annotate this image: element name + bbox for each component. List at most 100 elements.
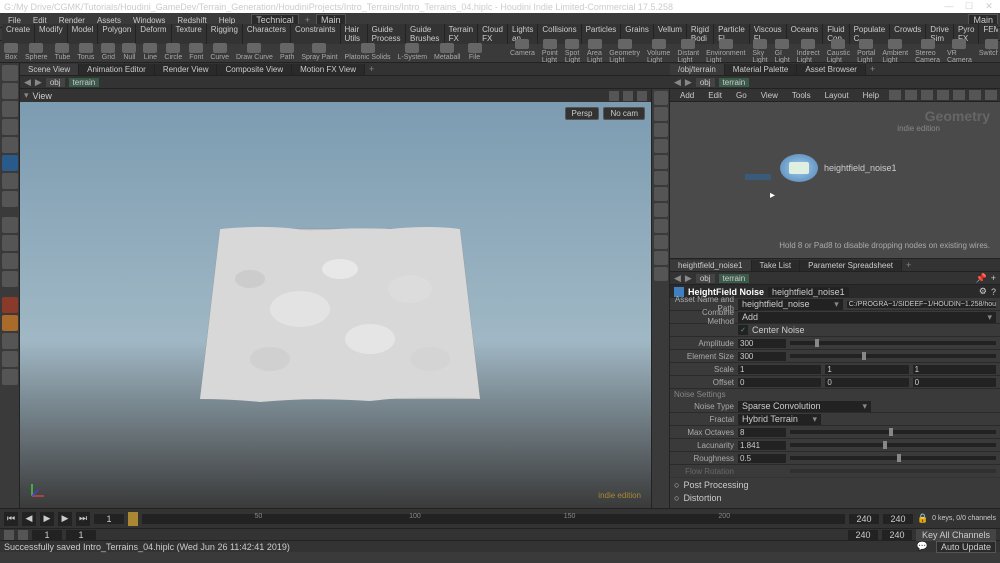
scale-y-field[interactable]: 1	[825, 365, 908, 374]
rotate-tool-icon[interactable]	[2, 101, 18, 117]
forward-icon[interactable]: ▶	[685, 77, 692, 88]
node-tool-icon[interactable]	[969, 90, 981, 100]
shelf-tool[interactable]: Grid	[99, 43, 117, 61]
shelf-tool[interactable]: Tube	[53, 43, 73, 61]
asset-path-field[interactable]: C:/PROGRA~1/SIDEEF~1/HOUDIN~1.258/houdin…	[847, 301, 996, 308]
shelf-tool[interactable]: Metaball	[432, 43, 462, 61]
prev-frame-button[interactable]: ◀	[22, 512, 36, 526]
render-region-icon[interactable]	[2, 315, 18, 331]
display-icon[interactable]	[654, 171, 668, 185]
screenshot-tool-icon[interactable]	[2, 369, 18, 385]
display-icon[interactable]	[654, 123, 668, 137]
param-value-field[interactable]: 8	[738, 428, 786, 437]
scene-viewport[interactable]: ▾ View Persp No cam	[20, 89, 652, 508]
display-icon[interactable]	[654, 251, 668, 265]
shelf-tool[interactable]: Null	[120, 43, 138, 61]
shelf-tool[interactable]: VR Camera	[945, 39, 974, 64]
range-end-field-1[interactable]: 240	[848, 530, 878, 540]
plus-icon[interactable]: +	[906, 260, 911, 270]
snap-curve-icon[interactable]	[2, 235, 18, 251]
first-frame-button[interactable]: ⏮	[4, 512, 18, 526]
shelf-tool[interactable]: File	[466, 43, 484, 61]
snap-point-icon[interactable]	[2, 253, 18, 269]
snap-grid-icon[interactable]	[2, 217, 18, 233]
shelf-tool[interactable]: Spot Light	[563, 39, 582, 64]
param-value-field[interactable]: 300	[738, 339, 786, 348]
view-tool-icon[interactable]	[2, 155, 18, 171]
shelf-tool[interactable]: Sphere	[23, 43, 50, 61]
shelf-tool[interactable]: L-System	[395, 43, 429, 61]
node-tool-icon[interactable]	[905, 90, 917, 100]
param-value-field[interactable]: 0.5	[738, 454, 786, 463]
handle-tool-icon[interactable]	[2, 137, 18, 153]
camera-tool-icon[interactable]	[2, 333, 18, 349]
brush-tool-icon[interactable]	[2, 191, 18, 207]
param-value-field[interactable]: 300	[738, 352, 786, 361]
node-flag[interactable]	[745, 174, 771, 180]
pane-tab[interactable]: Asset Browser	[797, 64, 866, 75]
shelf-tool[interactable]: Platonic Solids	[343, 43, 393, 61]
scale-tool-icon[interactable]	[2, 119, 18, 135]
asset-name-combo[interactable]: heightfield_noise▾	[738, 299, 843, 310]
shelf-tab[interactable]: Deform	[136, 24, 171, 44]
minimize-icon[interactable]: —	[942, 1, 956, 12]
pane-tab[interactable]: /obj/terrain	[670, 64, 725, 75]
shelf-tool[interactable]: Geometry Light	[607, 39, 642, 64]
shelf-tab[interactable]: Modify	[35, 24, 68, 44]
shelf-tool[interactable]: Environment Light	[704, 39, 747, 64]
snap-multi-icon[interactable]	[2, 271, 18, 287]
viewport-tool-icon[interactable]	[637, 91, 647, 101]
auto-update-combo[interactable]: Auto Update	[936, 541, 996, 553]
param-tab[interactable]: Parameter Spreadsheet	[800, 260, 902, 271]
play-button[interactable]: ▶	[40, 512, 54, 526]
range-start-field[interactable]: 1	[32, 530, 62, 540]
forward-icon[interactable]: ▶	[35, 77, 42, 88]
param-slider[interactable]	[790, 430, 996, 434]
display-icon[interactable]	[654, 107, 668, 121]
shelf-tab[interactable]: Texture	[172, 24, 207, 44]
noise-type-combo[interactable]: Sparse Convolution▾	[738, 401, 871, 412]
shelf-tool[interactable]: Sky Light	[750, 39, 769, 64]
param-slider[interactable]	[790, 354, 996, 358]
path-node[interactable]: terrain	[719, 78, 750, 87]
pane-tab[interactable]: Composite View	[217, 64, 292, 75]
shelf-tool[interactable]: Path	[278, 43, 296, 61]
chevron-down-icon[interactable]: ▾	[24, 90, 29, 101]
shelf-tool[interactable]: Font	[187, 43, 205, 61]
shelf-tool[interactable]: Box	[2, 43, 20, 61]
path-root[interactable]: obj	[46, 78, 65, 87]
plus-icon[interactable]: +	[369, 64, 374, 74]
gear-icon[interactable]: ⚙	[979, 286, 987, 297]
back-icon[interactable]: ◀	[674, 77, 681, 88]
shelf-tool[interactable]: Ambient Light	[880, 39, 910, 64]
select-tool-icon[interactable]	[2, 65, 18, 81]
shelf-tool[interactable]: Caustic Light	[825, 39, 852, 64]
shelf-tab[interactable]: Constraints	[291, 24, 340, 44]
realtime-icon[interactable]	[4, 530, 14, 540]
range-cur-field[interactable]: 1	[66, 530, 96, 540]
path-node[interactable]: terrain	[719, 274, 750, 283]
fractal-combo[interactable]: Hybrid Terrain▾	[738, 414, 821, 425]
shelf-tool[interactable]: Line	[141, 43, 159, 61]
node-menu[interactable]: Layout	[819, 90, 855, 101]
chat-icon[interactable]: 💬	[917, 541, 928, 553]
shelf-tab[interactable]: Guide Brushes	[406, 24, 445, 44]
display-icon[interactable]	[654, 155, 668, 169]
shelf-tool[interactable]: Volume Light	[645, 39, 672, 64]
param-value-field[interactable]: 1.841	[738, 441, 786, 450]
shelf-tool[interactable]: Indirect Light	[795, 39, 822, 64]
shelf-tool[interactable]: Point Light	[540, 39, 560, 64]
shelf-tab[interactable]: Characters	[243, 24, 291, 44]
shelf-tab[interactable]: Model	[68, 24, 99, 44]
plus-icon[interactable]: +	[870, 64, 875, 74]
display-icon[interactable]	[654, 187, 668, 201]
shelf-tab[interactable]: Polygon	[98, 24, 136, 44]
param-slider[interactable]	[790, 341, 996, 345]
param-slider[interactable]	[790, 443, 996, 447]
viewport-tool-icon[interactable]	[609, 91, 619, 101]
help-icon[interactable]: ?	[991, 287, 996, 297]
node-menu[interactable]: Go	[730, 90, 753, 101]
param-tab[interactable]: heightfield_noise1	[670, 260, 752, 271]
close-icon[interactable]: ✕	[982, 1, 996, 12]
heightfield-noise-node[interactable]: heightfield_noise1	[780, 154, 897, 182]
